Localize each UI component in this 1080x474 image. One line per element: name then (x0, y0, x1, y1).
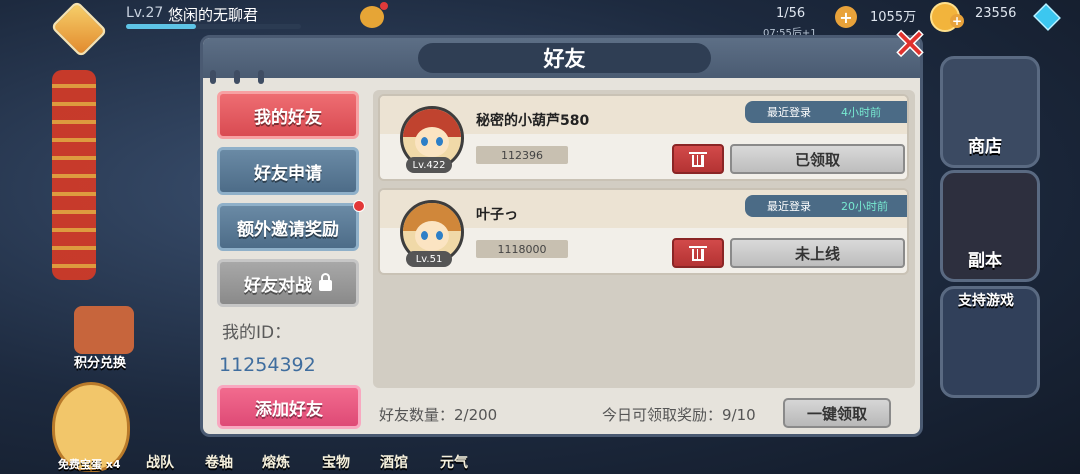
add-friend-button[interactable]: 添加好友 (217, 385, 361, 429)
delete-friend-button[interactable] (672, 238, 724, 268)
last-login: 最近登录 4小时前 (745, 101, 907, 123)
free-egg-label: 免费宝蛋 x4 (58, 458, 121, 471)
xp-bar (126, 24, 301, 29)
header-rivets (210, 70, 264, 84)
friend-name: 秘密的小葫芦580 (476, 113, 590, 129)
friend-name: 叶子っ (476, 207, 518, 223)
bottom-tab-team[interactable]: 战队 (146, 452, 174, 472)
tab-my-friends[interactable]: 我的好友 (217, 91, 359, 139)
my-id-label: 我的ID： (222, 323, 292, 343)
bottom-tab-smelt[interactable]: 熔炼 (262, 452, 290, 472)
gem-icon (1033, 3, 1061, 31)
dialog-title: 好友 (418, 43, 711, 73)
tab-extra-invite-rewards[interactable]: 额外邀请奖励 (217, 203, 359, 251)
friends-dialog: 好友 我的好友 好友申请 额外邀请奖励 好友对战 我的ID： 11254392 … (200, 35, 923, 437)
friend-list: Lv.422 秘密的小葫芦580 112396 最近登录 4小时前 已领取 Lv… (373, 90, 915, 388)
friend-card: Lv.422 秘密的小葫芦580 112396 最近登录 4小时前 已领取 (378, 94, 909, 181)
last-login: 最近登录 20小时前 (745, 195, 907, 217)
lock-icon (319, 272, 332, 291)
one-click-claim-button[interactable]: 一键领取 (783, 398, 891, 428)
invite-reward-badge (353, 200, 365, 212)
add-gold-icon[interactable]: + (950, 14, 964, 28)
last-login-label: 最近登录 (767, 106, 811, 119)
last-login-label: 最近登录 (767, 200, 811, 213)
tab-friend-battle[interactable]: 好友对战 (217, 259, 359, 307)
bottom-tab-scroll[interactable]: 卷轴 (205, 452, 233, 472)
player-avatar[interactable] (50, 0, 108, 58)
my-id-value: 11254392 (219, 354, 316, 376)
friend-battle-label: 好友对战 (244, 275, 312, 296)
stamina-value: 1/56 (776, 6, 806, 21)
add-stamina-icon[interactable]: + (835, 6, 857, 28)
support-game-label: 支持游戏 (958, 293, 1014, 309)
friend-level: Lv.422 (406, 157, 452, 173)
friend-score: 112396 (476, 146, 568, 164)
firecracker-decoration (52, 70, 96, 280)
friend-card: Lv.51 叶子っ 1118000 最近登录 20小时前 未上线 (378, 188, 909, 275)
bottom-tab-treasure[interactable]: 宝物 (322, 452, 350, 472)
offline-button[interactable]: 未上线 (730, 238, 905, 268)
friend-level: Lv.51 (406, 251, 452, 267)
bottom-tab-vitality[interactable]: 元气 (440, 452, 468, 472)
trash-icon (689, 151, 707, 167)
gem-value: 23556 (975, 6, 1017, 21)
claimed-button[interactable]: 已领取 (730, 144, 905, 174)
points-exchange-icon[interactable] (74, 306, 134, 354)
lantern-icon[interactable] (360, 6, 384, 28)
tab-friend-requests[interactable]: 好友申请 (217, 147, 359, 195)
friend-count: 好友数量：2/200 (379, 406, 498, 424)
reward-count: 今日可领取奖励：9/10 (602, 406, 756, 424)
last-login-time: 20小时前 (841, 200, 888, 213)
close-icon[interactable]: ✕ (890, 25, 930, 65)
player-name: 悠闲的无聊君 (168, 6, 259, 24)
delete-friend-button[interactable] (672, 144, 724, 174)
shop-label: 商店 (968, 137, 1002, 157)
dialog-header: 好友 (203, 38, 920, 78)
points-exchange-label: 积分兑换 (74, 356, 127, 371)
trash-icon (689, 245, 707, 261)
last-login-time: 4小时前 (841, 106, 881, 119)
dungeon-label: 副本 (968, 251, 1002, 271)
notification-dot (380, 2, 388, 10)
bottom-tab-tavern[interactable]: 酒馆 (380, 452, 408, 472)
friend-score: 1118000 (476, 240, 568, 258)
player-level: Lv.27 (126, 5, 164, 21)
